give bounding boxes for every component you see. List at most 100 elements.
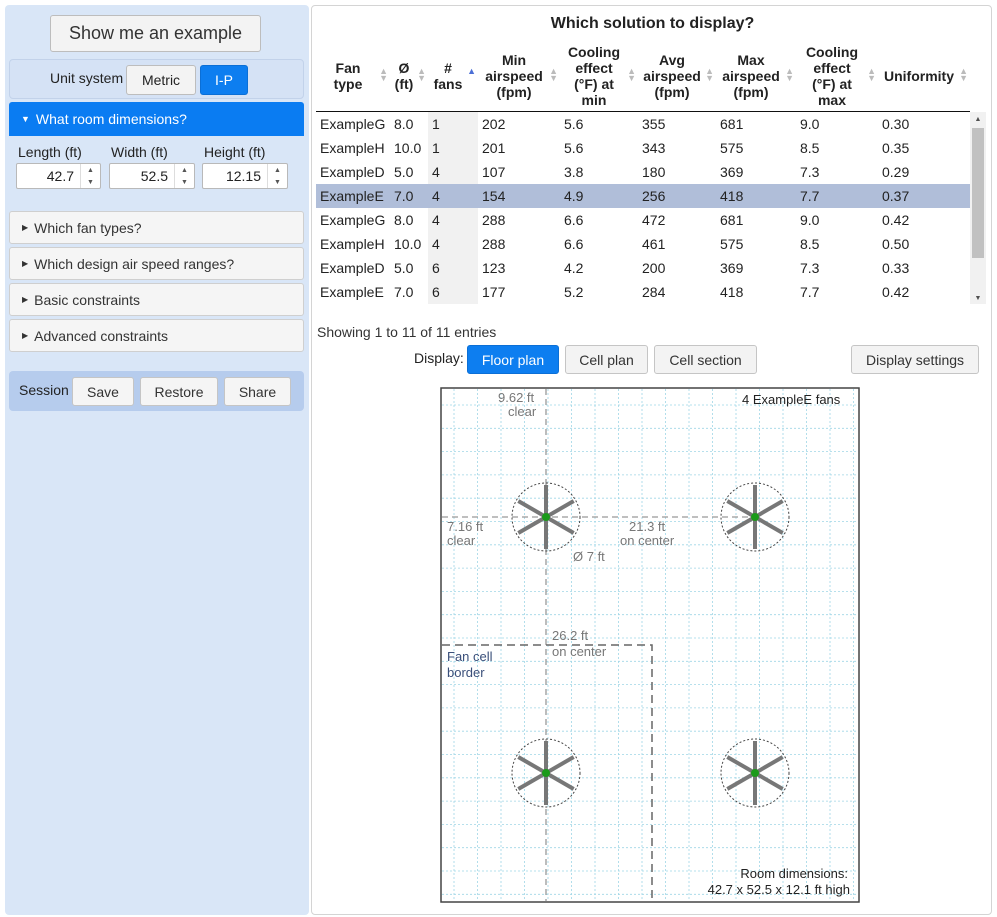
column-header-label: Avg airspeed (fpm) [638, 52, 706, 100]
table-cell: 472 [642, 212, 666, 228]
column-header-line: (°F) at [812, 76, 852, 92]
table-cell: 200 [642, 260, 666, 276]
table-cell: 6.6 [564, 236, 584, 252]
caret-right-icon: ▶ [22, 331, 29, 340]
table-cell: 355 [642, 116, 666, 132]
fan-cell-border-label: Fan cell [447, 649, 493, 664]
table-row[interactable]: ExampleH 10.0 1 201 5.6 343 575 8.5 0.35 [316, 136, 970, 160]
table-row[interactable]: ExampleH 10.0 4 288 6.6 461 575 8.5 0.50 [316, 232, 970, 256]
scroll-down-icon[interactable]: ▼ [970, 295, 986, 302]
table-cell: 0.33 [882, 260, 910, 276]
sort-icon: ▲ ▼ [627, 66, 636, 83]
display-settings-button[interactable]: Display settings [851, 345, 979, 374]
table-cell: ExampleD [320, 260, 385, 276]
column-header[interactable]: Avg airspeed (fpm) ▲ ▼ [638, 40, 716, 112]
column-header-line: airspeed [485, 68, 543, 84]
column-header-line: Cooling [805, 44, 859, 60]
caret-right-icon: ▶ [22, 259, 29, 268]
table-row[interactable]: ExampleG 8.0 4 288 6.6 472 681 9.0 0.42 [316, 208, 970, 232]
width-input[interactable]: 52.5 ▲ ▼ [109, 163, 195, 189]
column-header-line: airspeed [643, 68, 701, 84]
room-dimensions-header[interactable]: ▼ What room dimensions? [9, 102, 304, 136]
height-input[interactable]: 12.15 ▲ ▼ [202, 163, 288, 189]
advanced-constraints-header[interactable]: ▶ Advanced constraints [9, 319, 304, 352]
ip-button[interactable]: I-P [200, 65, 248, 95]
table-scrollbar[interactable]: ▲ ▼ [970, 112, 986, 304]
scroll-up-icon[interactable]: ▲ [970, 116, 986, 123]
scrollbar-thumb[interactable] [972, 128, 984, 258]
floor-plan-button[interactable]: Floor plan [467, 345, 559, 374]
column-header-line: effect [575, 60, 613, 76]
show-example-button[interactable]: Show me an example [50, 15, 261, 52]
table-cell: 202 [482, 116, 506, 132]
table-cell: 4.9 [560, 184, 638, 208]
column-header-line: fans [433, 76, 463, 92]
width-group: Width (ft) 52.5 ▲ ▼ [109, 144, 195, 189]
column-header[interactable]: Fan type ▲ ▼ [316, 40, 390, 112]
column-header-line: # [444, 60, 452, 76]
table-cell: 6 [428, 280, 478, 304]
table-cell: 8.5 [800, 140, 820, 156]
fan-icon [511, 738, 581, 808]
table-row-selected[interactable]: ExampleE 7.0 4 154 4.9 256 418 7.7 0.37 [316, 184, 970, 208]
fan-cell-border-label-2: border [447, 665, 485, 680]
column-header[interactable]: Cooling effect (°F) at max ▲ ▼ [796, 40, 878, 112]
fan-types-header[interactable]: ▶ Which fan types? [9, 211, 304, 244]
metric-button[interactable]: Metric [126, 65, 196, 95]
column-header-line: min [581, 92, 607, 108]
table-cell: 8.0 [394, 212, 414, 228]
column-header[interactable]: Cooling effect (°F) at min ▲ ▼ [560, 40, 638, 112]
table-cell: 154 [478, 184, 560, 208]
session-group: Session Save Restore Share [9, 371, 304, 411]
air-speed-ranges-header[interactable]: ▶ Which design air speed ranges? [9, 247, 304, 280]
display-label: Display: [414, 350, 464, 366]
column-header-label: Fan type [316, 60, 380, 92]
table-row[interactable]: ExampleG 8.0 1 202 5.6 355 681 9.0 0.30 [316, 112, 970, 136]
table-row[interactable]: ExampleD 5.0 6 123 4.2 200 369 7.3 0.33 [316, 256, 970, 280]
sort-icon: ▲ ▼ [705, 66, 714, 83]
width-value[interactable]: 52.5 [110, 168, 174, 184]
column-header-line: max [817, 92, 847, 108]
spin-down-icon[interactable]: ▼ [268, 176, 287, 188]
sort-icon: ▲ ▼ [549, 66, 558, 83]
spin-up-icon[interactable]: ▲ [268, 164, 287, 176]
table-row[interactable]: ExampleD 5.0 4 107 3.8 180 369 7.3 0.29 [316, 160, 970, 184]
table-cell: 123 [482, 260, 506, 276]
height-value[interactable]: 12.15 [203, 168, 267, 184]
caret-down-icon: ▼ [21, 114, 30, 124]
basic-constraints-label: Basic constraints [34, 291, 140, 308]
cell-plan-button[interactable]: Cell plan [565, 345, 648, 374]
spin-up-icon[interactable]: ▲ [81, 164, 100, 176]
table-cell: 0.37 [878, 184, 970, 208]
spacing-x-label: on center [620, 533, 675, 548]
table-cell: 4 [428, 184, 478, 208]
unit-system-group: Unit system Metric I-P [9, 59, 304, 99]
cell-section-button[interactable]: Cell section [654, 345, 757, 374]
column-header[interactable]: Min airspeed (fpm) ▲ ▼ [478, 40, 560, 112]
table-cell: 681 [720, 116, 744, 132]
table-cell: 0.42 [882, 284, 910, 300]
spin-up-icon[interactable]: ▲ [175, 164, 194, 176]
clear-left-label: clear [447, 533, 476, 548]
length-value[interactable]: 42.7 [17, 168, 80, 184]
column-header-line: (fpm) [654, 84, 690, 100]
table-cell: ExampleG [320, 116, 386, 132]
spin-down-icon[interactable]: ▼ [81, 176, 100, 188]
solutions-table-body: ExampleG 8.0 1 202 5.6 355 681 9.0 0.30 ExampleH 1… [316, 112, 970, 304]
spin-down-icon[interactable]: ▼ [175, 176, 194, 188]
column-header[interactable]: Ø (ft) ▲ ▼ [390, 40, 428, 112]
table-cell: 0.50 [882, 236, 910, 252]
column-header[interactable]: Max airspeed (fpm) ▲ ▼ [716, 40, 796, 112]
column-header[interactable]: Uniformity ▲ ▼ [878, 40, 970, 112]
column-header[interactable]: # fans ▲ [428, 40, 478, 112]
basic-constraints-header[interactable]: ▶ Basic constraints [9, 283, 304, 316]
restore-button[interactable]: Restore [140, 377, 218, 406]
column-header-label: Cooling effect (°F) at min [560, 44, 628, 108]
length-input[interactable]: 42.7 ▲ ▼ [16, 163, 101, 189]
table-info: Showing 1 to 11 of 11 entries [317, 324, 497, 340]
table-row[interactable]: ExampleE 7.0 6 177 5.2 284 418 7.7 0.42 [316, 280, 970, 304]
height-label: Height (ft) [204, 144, 266, 160]
share-button[interactable]: Share [224, 377, 291, 406]
table-cell: 107 [482, 164, 506, 180]
save-button[interactable]: Save [72, 377, 134, 406]
